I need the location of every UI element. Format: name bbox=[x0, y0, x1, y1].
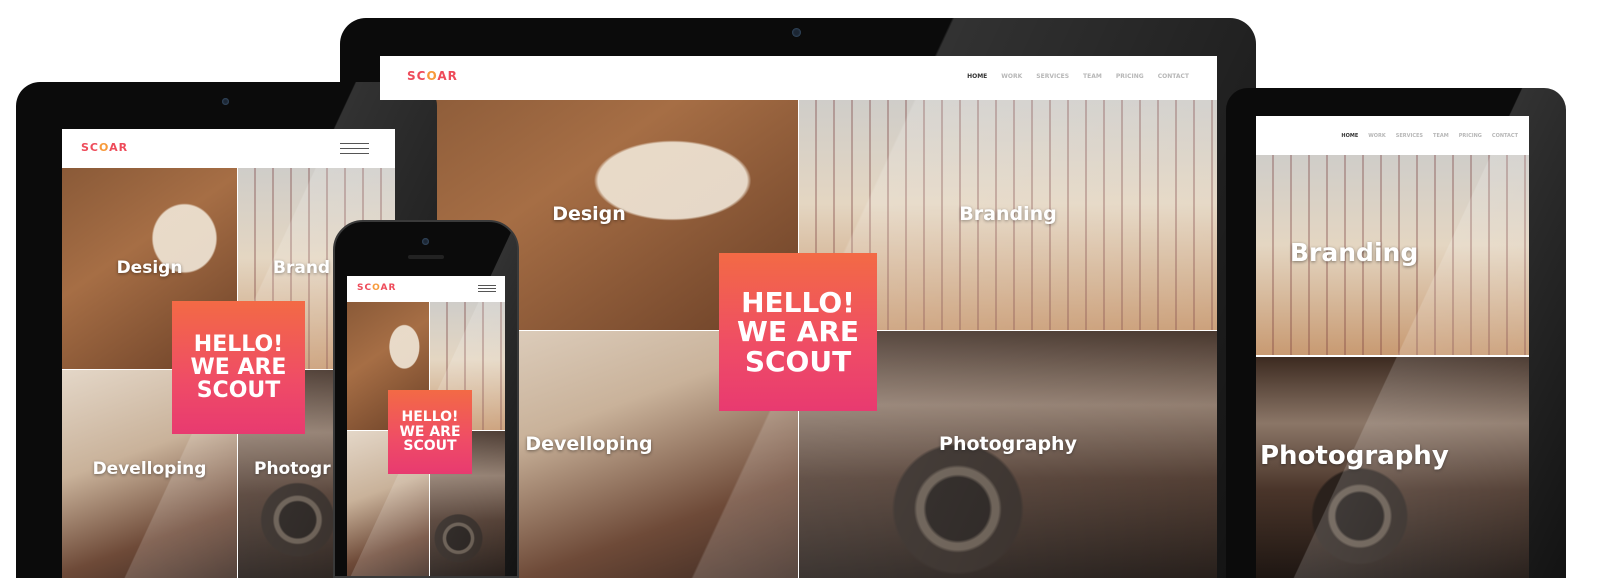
right-tablet-screen: HOME WORK SERVICES TEAM PRICING CONTACT … bbox=[1256, 116, 1529, 578]
tile-photography-label: Photography bbox=[939, 433, 1077, 455]
tablet-camera bbox=[222, 98, 229, 105]
nav-contact[interactable]: CONTACT bbox=[1158, 73, 1189, 80]
hero-line-3: SCOUT bbox=[403, 438, 457, 455]
tablet-hero-box: HELLO! WE ARE SCOUT bbox=[172, 301, 305, 434]
nav-home[interactable]: HOME bbox=[1341, 133, 1358, 139]
right-tablet-site-header: HOME WORK SERVICES TEAM PRICING CONTACT bbox=[1256, 116, 1529, 155]
nav-services[interactable]: SERVICES bbox=[1036, 73, 1069, 80]
desktop-hero-box: HELLO! WE ARE SCOUT bbox=[719, 253, 877, 411]
monitor-camera bbox=[792, 28, 801, 37]
phone-speaker bbox=[408, 255, 444, 259]
menu-icon[interactable] bbox=[340, 143, 369, 154]
tile-branding[interactable]: Branding bbox=[1256, 155, 1529, 355]
nav-team[interactable]: TEAM bbox=[1083, 73, 1102, 80]
tile-photography[interactable]: Photography bbox=[1256, 357, 1529, 578]
phone-site-header: SCOAR bbox=[347, 276, 505, 302]
smartphone: SCOAR HELLO! WE ARE SCOUT bbox=[333, 220, 519, 578]
tile-developing-label: Develloping bbox=[92, 459, 207, 479]
hero-line-1: HELLO! bbox=[741, 285, 855, 319]
left-tablet-site-header: SCOAR bbox=[62, 129, 395, 168]
hero-line-3: SCOUT bbox=[744, 344, 852, 378]
desktop-nav: HOME WORK SERVICES TEAM PRICING CONTACT bbox=[967, 73, 1189, 80]
right-tablet-nav: HOME WORK SERVICES TEAM PRICING CONTACT bbox=[1341, 133, 1518, 139]
nav-work[interactable]: WORK bbox=[1368, 133, 1386, 139]
menu-icon[interactable] bbox=[478, 285, 496, 292]
hero-line-2: WE ARE bbox=[736, 315, 860, 349]
phone-screen: SCOAR HELLO! WE ARE SCOUT bbox=[347, 276, 505, 576]
phone-hero-box: HELLO! WE ARE SCOUT bbox=[388, 390, 472, 474]
tile-photography-label: Photography bbox=[1260, 441, 1449, 471]
tile-photography-partial-label: Photogr bbox=[254, 459, 331, 479]
tile-branding-label: Branding bbox=[1290, 238, 1419, 267]
hero-line-2: WE ARE bbox=[399, 423, 461, 440]
tile-branding-partial-label: Brand bbox=[273, 258, 331, 278]
desktop-site-header: SCOAR HOME WORK SERVICES TEAM PRICING CO… bbox=[380, 56, 1217, 100]
tile-branding-label: Branding bbox=[959, 203, 1057, 225]
hero-line-1: HELLO! bbox=[401, 408, 459, 425]
nav-pricing[interactable]: PRICING bbox=[1459, 133, 1482, 139]
hero-line-2: WE ARE bbox=[190, 354, 287, 380]
tablet-logo[interactable]: SCOAR bbox=[81, 141, 128, 154]
phone-logo[interactable]: SCOAR bbox=[357, 283, 396, 293]
nav-pricing[interactable]: PRICING bbox=[1116, 73, 1144, 80]
nav-services[interactable]: SERVICES bbox=[1396, 133, 1423, 139]
nav-contact[interactable]: CONTACT bbox=[1492, 133, 1518, 139]
phone-camera bbox=[422, 238, 429, 245]
nav-home[interactable]: HOME bbox=[967, 73, 987, 80]
nav-team[interactable]: TEAM bbox=[1433, 133, 1449, 139]
hero-line-1: HELLO! bbox=[193, 331, 284, 357]
right-tablet: HOME WORK SERVICES TEAM PRICING CONTACT … bbox=[1226, 88, 1566, 578]
hero-line-3: SCOUT bbox=[196, 378, 281, 404]
desktop-logo[interactable]: SCOAR bbox=[407, 69, 458, 83]
tile-design-label: Design bbox=[116, 258, 183, 278]
nav-work[interactable]: WORK bbox=[1001, 73, 1022, 80]
